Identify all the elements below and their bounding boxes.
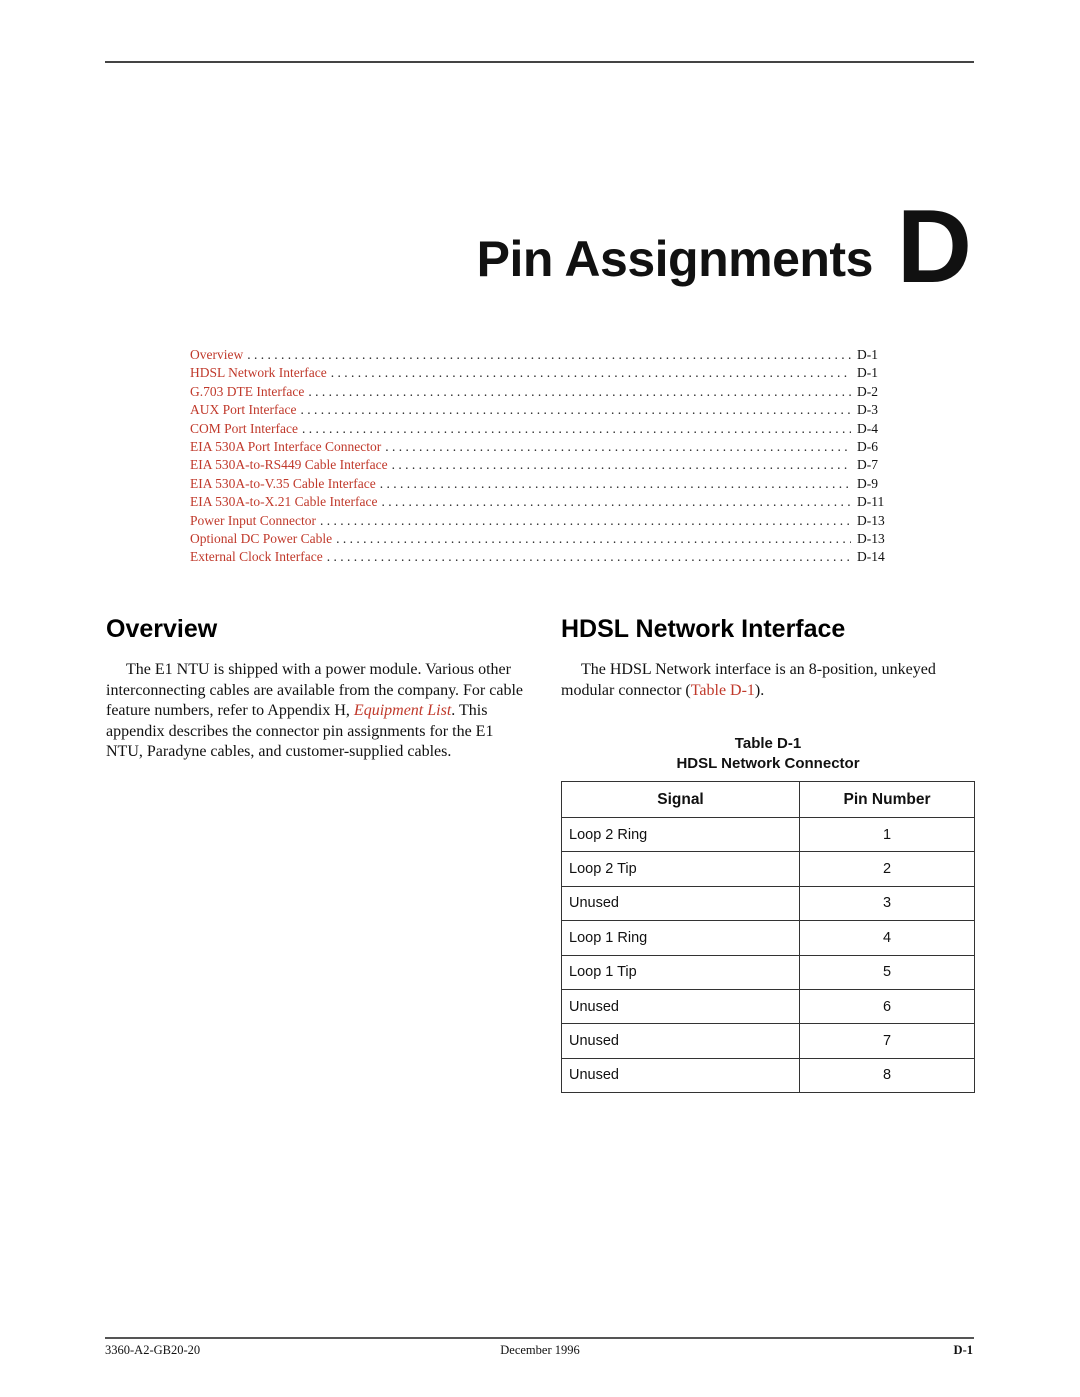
toc-entry[interactable]: Optional DC Power Cable D-13 — [190, 530, 889, 548]
table-of-contents: Overview D-1 HDSL Network Interface D-1 G.… — [190, 346, 889, 567]
toc-link[interactable]: External Clock Interface — [190, 548, 323, 566]
footer-date: December 1996 — [500, 1343, 580, 1357]
signal-cell: Unused — [561, 885, 800, 922]
pin-cell: 6 — [799, 988, 975, 1025]
hdsl-connector-table: Signal Pin Number Loop 2 Ring 1 Loop 2 Ti… — [561, 781, 975, 1094]
footer-page-number: D-1 — [953, 1343, 973, 1357]
toc-entry[interactable]: Power Input Connector D-13 — [190, 512, 889, 530]
hdsl-text-2: ). — [754, 681, 765, 699]
toc-page: D-9 — [857, 475, 878, 491]
toc-link[interactable]: EIA 530A-to-RS449 Cable Interface — [190, 456, 388, 474]
toc-entry[interactable]: External Clock Interface D-14 — [190, 548, 889, 566]
header-rule — [105, 61, 974, 63]
table-row: Unused 6 — [561, 988, 975, 1025]
toc-leader — [336, 530, 851, 548]
signal-cell: Loop 2 Ring — [561, 816, 800, 853]
pin-cell: 7 — [799, 1023, 975, 1059]
toc-link[interactable]: HDSL Network Interface — [190, 364, 327, 382]
toc-entry[interactable]: AUX Port Interface D-3 — [190, 401, 889, 419]
toc-leader — [300, 401, 851, 419]
signal-cell: Loop 2 Tip — [561, 851, 800, 887]
table-row: Unused 7 — [561, 1023, 975, 1059]
toc-link[interactable]: EIA 530A-to-V.35 Cable Interface — [190, 475, 376, 493]
table-row: Unused 8 — [561, 1057, 975, 1094]
overview-paragraph: The E1 NTU is shipped with a power modul… — [106, 660, 526, 763]
toc-leader — [392, 456, 851, 474]
overview-heading: Overview — [106, 615, 218, 643]
toc-page: D-13 — [857, 530, 885, 546]
toc-link[interactable]: COM Port Interface — [190, 420, 298, 438]
toc-page: D-2 — [857, 383, 878, 399]
table-row: Unused 3 — [561, 885, 975, 922]
toc-entry[interactable]: EIA 530A-to-X.21 Cable Interface D-11 — [190, 493, 889, 511]
toc-entry[interactable]: G.703 DTE Interface D-2 — [190, 383, 889, 401]
toc-leader — [302, 420, 851, 438]
pin-cell: 3 — [799, 885, 975, 922]
signal-cell: Unused — [561, 1023, 800, 1059]
toc-page: D-1 — [857, 365, 878, 381]
table-header-row: Signal Pin Number — [561, 781, 975, 818]
toc-entry[interactable]: EIA 530A Port Interface Connector D-6 — [190, 438, 889, 456]
hdsl-heading: HDSL Network Interface — [561, 615, 846, 643]
table-caption-number: Table D-1 — [734, 735, 802, 752]
hdsl-paragraph: The HDSL Network interface is an 8-posit… — [561, 660, 981, 701]
toc-leader — [308, 383, 851, 401]
toc-leader — [380, 475, 851, 493]
table-caption-title: HDSL Network Connector — [676, 755, 860, 772]
toc-entry[interactable]: Overview D-1 — [190, 346, 889, 364]
signal-cell: Unused — [561, 1057, 800, 1094]
toc-page: D-14 — [857, 549, 885, 565]
table-row: Loop 1 Ring 4 — [561, 920, 975, 956]
pin-cell: 2 — [799, 851, 975, 887]
chapter-letter: D — [896, 189, 972, 305]
toc-page: D-6 — [857, 438, 878, 454]
toc-entry[interactable]: EIA 530A-to-V.35 Cable Interface D-9 — [190, 475, 889, 493]
table-row: Loop 1 Tip 5 — [561, 954, 975, 990]
toc-leader — [247, 346, 851, 364]
toc-link[interactable]: AUX Port Interface — [190, 401, 296, 419]
signal-cell: Loop 1 Tip — [561, 954, 800, 990]
table-d1-link[interactable]: Table D-1 — [691, 682, 755, 699]
table-row: Loop 2 Tip 2 — [561, 851, 975, 887]
toc-link[interactable]: Power Input Connector — [190, 512, 316, 530]
toc-leader — [385, 438, 851, 456]
chapter-title: Pin Assignments D — [476, 189, 972, 305]
toc-link[interactable]: EIA 530A-to-X.21 Cable Interface — [190, 493, 377, 511]
signal-cell: Loop 1 Ring — [561, 920, 800, 956]
equipment-list-link[interactable]: Equipment List — [354, 702, 451, 719]
toc-page: D-1 — [857, 347, 878, 362]
column-header-pin-number: Pin Number — [799, 781, 975, 818]
toc-link[interactable]: Overview — [190, 346, 243, 364]
pin-cell: 1 — [799, 816, 975, 853]
toc-link[interactable]: EIA 530A Port Interface Connector — [190, 438, 381, 456]
toc-leader — [381, 493, 851, 511]
signal-cell: Unused — [561, 988, 800, 1025]
toc-page: D-4 — [857, 420, 878, 436]
toc-page: D-7 — [857, 457, 878, 473]
toc-entry[interactable]: COM Port Interface D-4 — [190, 420, 889, 438]
toc-leader — [331, 364, 851, 382]
table-row: Loop 2 Ring 1 — [561, 816, 975, 853]
toc-page: D-13 — [857, 512, 885, 528]
toc-entry[interactable]: HDSL Network Interface D-1 — [190, 364, 889, 382]
toc-page: D-11 — [857, 494, 885, 510]
column-header-signal: Signal — [561, 781, 800, 818]
toc-page: D-3 — [857, 402, 878, 418]
toc-leader — [320, 512, 851, 530]
pin-cell: 8 — [799, 1057, 975, 1094]
pin-cell: 4 — [799, 920, 975, 956]
toc-leader — [327, 548, 851, 566]
chapter-title-text: Pin Assignments — [476, 231, 874, 288]
toc-link[interactable]: Optional DC Power Cable — [190, 530, 332, 548]
toc-entry[interactable]: EIA 530A-to-RS449 Cable Interface D-7 — [190, 456, 889, 474]
toc-link[interactable]: G.703 DTE Interface — [190, 383, 304, 401]
footer-rule — [105, 1337, 974, 1339]
pin-cell: 5 — [799, 954, 975, 990]
